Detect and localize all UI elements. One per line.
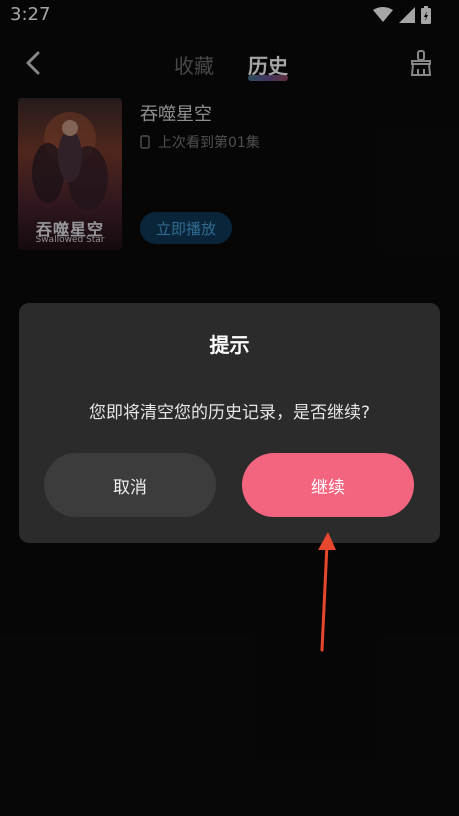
dialog-title: 提示 — [209, 333, 250, 357]
confirm-dialog: 提示 您即将清空您的历史记录，是否继续? 取消 继续 — [19, 303, 440, 543]
dialog-message: 您即将清空您的历史记录，是否继续? — [88, 403, 371, 423]
continue-button[interactable]: 继续 — [242, 453, 414, 517]
annotation-arrow-icon — [318, 532, 336, 652]
cancel-button[interactable]: 取消 — [44, 453, 216, 517]
